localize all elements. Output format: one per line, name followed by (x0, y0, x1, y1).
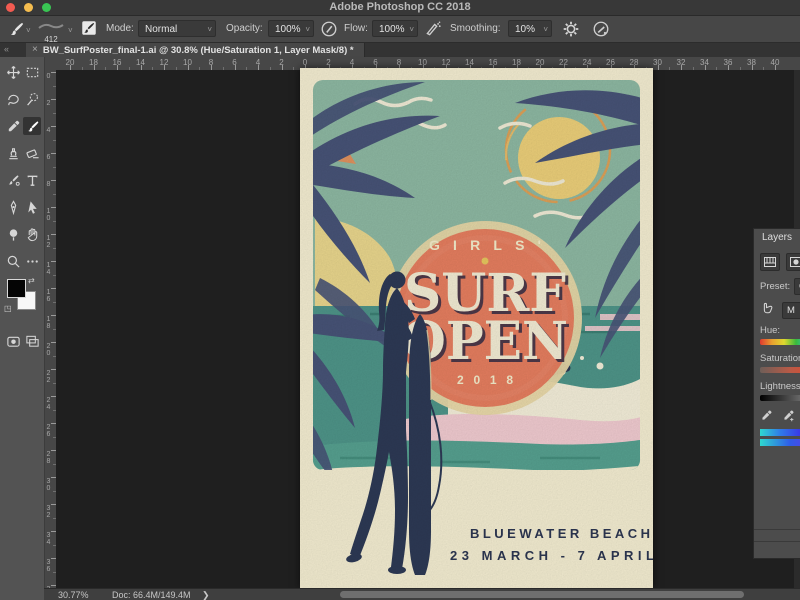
tools-panel: ⇄ ◳ (0, 57, 45, 600)
eyedropper-add-icon[interactable] (782, 409, 795, 427)
lightness-label: Lightness: (760, 381, 800, 392)
hue-slider[interactable] (760, 339, 800, 345)
panel-tab-bar: Layers P (754, 229, 800, 247)
hue-spectrum-bar-bottom (760, 439, 800, 446)
opacity-pressure-icon[interactable] (320, 20, 338, 38)
brush-tool[interactable] (23, 117, 41, 135)
flow-select[interactable]: 100%˅ (372, 20, 418, 37)
status-bar: 30.77% Doc: 66.4M/149.4M ❯ (44, 588, 800, 600)
options-bar: ˅ 412 ˅ Mode: Normal˅ Opacity: 100%˅ Flo… (0, 16, 800, 43)
document-canvas[interactable]: GIRLS' SURF SURF OPEN OPEN 2018 (300, 68, 653, 588)
zoom-level[interactable]: 30.77% (58, 590, 89, 600)
brush-settings-panel-icon[interactable] (80, 19, 98, 37)
default-colors-icon[interactable]: ◳ (4, 304, 12, 313)
status-chevron-icon[interactable]: ❯ (202, 590, 210, 600)
mixer-brush-tool[interactable] (4, 171, 22, 189)
foreground-color-swatch[interactable] (7, 279, 26, 298)
preset-select[interactable]: C (794, 278, 800, 295)
gear-icon[interactable] (562, 20, 580, 38)
eraser-tool[interactable] (23, 144, 41, 162)
opacity-select[interactable]: 100%˅ (268, 20, 314, 37)
chevron-down-icon: ˅ (68, 26, 73, 35)
tab-layers[interactable]: Layers (754, 229, 800, 247)
edit-toolbar-icon[interactable] (23, 252, 41, 270)
screen-mode-button[interactable] (23, 332, 41, 350)
saturation-slider[interactable] (760, 367, 800, 373)
targeted-adjustment-icon[interactable] (760, 301, 774, 320)
opacity-label: Opacity: (226, 23, 263, 34)
smoothing-pressure-icon[interactable] (592, 20, 610, 38)
type-tool[interactable] (23, 171, 41, 189)
mask-icon[interactable] (786, 253, 800, 271)
marquee-tool[interactable] (23, 63, 41, 81)
title-bar: Adobe Photoshop CC 2018 (0, 0, 800, 16)
document-tab-title: BW_SurfPoster_final-1.ai @ 30.8% (Hue/Sa… (43, 45, 354, 56)
eyedropper-sample-icon[interactable] (760, 409, 773, 427)
lightness-slider[interactable] (760, 395, 800, 401)
clone-stamp-tool[interactable] (4, 144, 22, 162)
mode-label: Mode: (106, 23, 134, 34)
document-tab-bar: « × BW_SurfPoster_final-1.ai @ 30.8% (Hu… (0, 43, 800, 57)
quick-mask-button[interactable] (4, 332, 22, 350)
hue-spectrum-bar-top (760, 429, 800, 436)
panel-divider (754, 529, 800, 530)
hue-label: Hue: (760, 325, 780, 336)
channel-select[interactable]: M (782, 302, 800, 319)
swap-colors-icon[interactable]: ⇄ (28, 276, 35, 285)
quick-select-tool[interactable] (23, 90, 41, 108)
brush-tool-preset-icon[interactable] (7, 20, 25, 38)
collapse-tabs-icon[interactable]: « (4, 44, 9, 54)
close-tab-icon[interactable]: × (32, 45, 38, 55)
panel-divider (754, 541, 800, 542)
flow-label: Flow: (344, 23, 368, 34)
smoothing-label: Smoothing: (450, 23, 501, 34)
properties-panel: Layers P Preset: C M Hue: Saturation: Li… (753, 228, 800, 559)
mode-select[interactable]: Normal˅ (138, 20, 216, 37)
path-select-tool[interactable] (23, 198, 41, 216)
pen-tool[interactable] (4, 198, 22, 216)
brush-size-picker[interactable]: 412 (36, 18, 66, 40)
doc-size: Doc: 66.4M/149.4M (112, 590, 191, 600)
dodge-tool[interactable] (4, 225, 22, 243)
move-tool[interactable] (4, 63, 22, 81)
chevron-down-icon: ˅ (26, 26, 31, 35)
adjustment-icon[interactable] (760, 253, 780, 271)
photoshop-window: Adobe Photoshop CC 2018 ˅ 412 ˅ Mode: No… (0, 0, 800, 600)
eyedropper-tool[interactable] (4, 117, 22, 135)
zoom-tool[interactable] (4, 252, 22, 270)
window-title: Adobe Photoshop CC 2018 (0, 1, 800, 13)
airbrush-icon[interactable] (424, 20, 442, 38)
lasso-tool[interactable] (4, 90, 22, 108)
horizontal-scrollbar-thumb[interactable] (340, 591, 744, 598)
smoothing-select[interactable]: 10%˅ (508, 20, 552, 37)
document-tab[interactable]: × BW_SurfPoster_final-1.ai @ 30.8% (Hue/… (26, 43, 365, 57)
preset-label: Preset: (760, 281, 790, 292)
surf-poster-artwork: GIRLS' SURF SURF OPEN OPEN 2018 (300, 68, 653, 588)
saturation-label: Saturation: (760, 353, 800, 364)
hand-tool[interactable] (23, 225, 41, 243)
